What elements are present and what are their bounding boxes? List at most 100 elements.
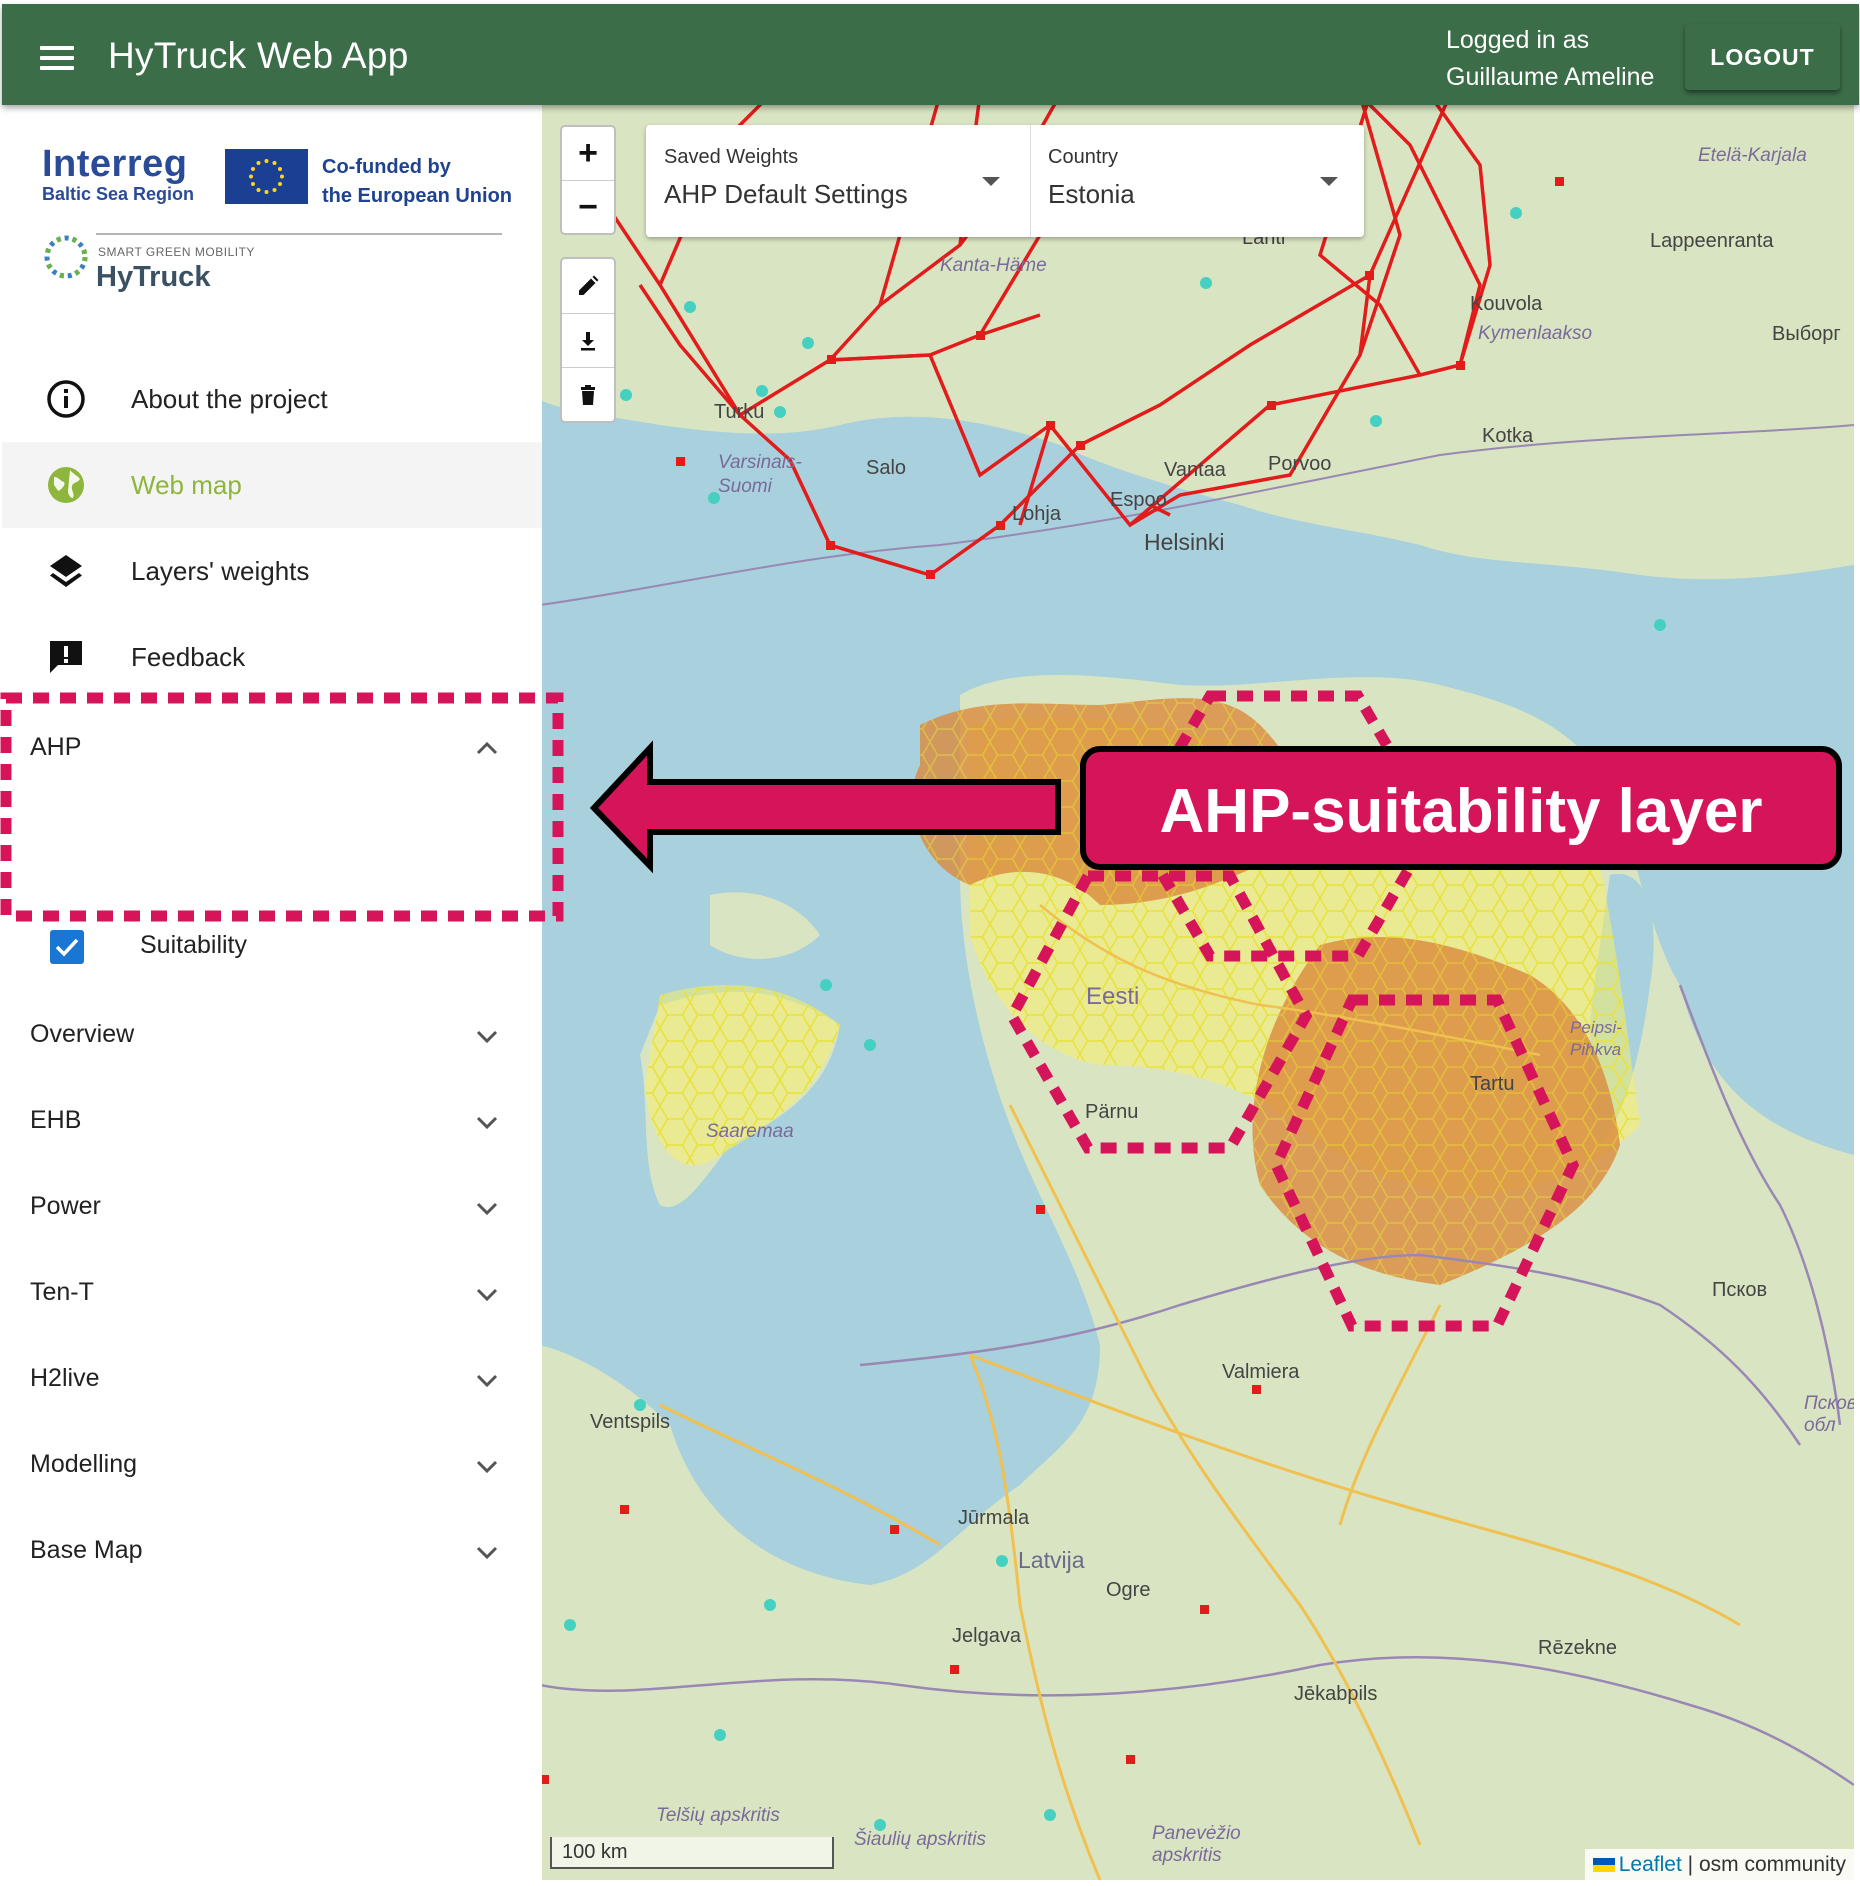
ukraine-flag-icon [1592,1858,1615,1873]
scale-bar: 100 km [550,1837,834,1869]
label-saaremaa: Saaremaa [706,1121,794,1142]
chevron-up-icon[interactable] [472,734,502,764]
label-parnu: Pärnu [1085,1101,1139,1123]
label-kymenlaakso: Kymenlaakso [1478,323,1593,344]
label-helsinki: Helsinki [1144,529,1225,555]
menu-icon[interactable] [40,46,74,70]
zoom-control: + − [560,125,616,235]
label-pskov: Псков [1712,1279,1768,1301]
label-kouvola: Kouvola [1470,293,1543,315]
nav-feedback-label: Feedback [131,642,246,672]
label-tartu: Tartu [1470,1073,1515,1095]
cofunded-line2: the European Union [322,185,512,207]
logo-divider [96,233,502,235]
callout-box: AHP-suitability layer [1080,746,1842,870]
label-espoo: Espoo [1110,489,1167,511]
section-modelling[interactable]: Modelling [2,1423,542,1509]
nav-feedback[interactable]: Feedback [2,614,542,700]
download-icon [581,332,595,351]
callout-text: AHP-suitability layer [1159,777,1763,846]
hytruck-ring-icon [44,235,88,279]
interreg-subtitle: Baltic Sea Region [42,184,195,204]
nav-layers-weights[interactable]: Layers' weights [2,528,542,614]
label-pskov-obl: Псков обл [1804,1393,1854,1436]
app-title: HyTruck Web App [108,35,409,76]
label-etela-karjala: Etelä-Karjala [1698,145,1807,166]
hytruck-name: HyTruck [96,261,211,293]
country-label: Country [1048,146,1119,168]
trash-icon [581,385,595,405]
label-kanta-hame: Kanta-Häme [940,255,1047,276]
interreg-logo: Interreg Baltic Sea Region [42,143,194,205]
info-icon [47,380,85,418]
label-turku: Turku [714,401,765,423]
chevron-down-icon[interactable] [472,1193,502,1223]
nav-web-map[interactable]: Web map [2,442,542,528]
leaflet-link[interactable]: Leaflet [1619,1853,1682,1876]
label-siauliu: Šiaulių apskritis [854,1829,986,1850]
nav-about-label: About the project [131,384,328,414]
attribution-osm: osm community [1698,1853,1846,1876]
chevron-down-icon[interactable] [472,1537,502,1567]
web-map[interactable]: Etelä-Karjala Lappeenranta Выборг Kouvol… [540,105,1854,1880]
hiiumaa-island [710,892,820,959]
section-base-map-label: Base Map [30,1536,143,1564]
section-ahp[interactable]: AHP [2,706,542,792]
section-ten-t-label: Ten-T [30,1278,94,1306]
download-button[interactable] [562,313,614,367]
section-h2live[interactable]: H2live [2,1337,542,1423]
chevron-down-icon[interactable] [472,1107,502,1137]
section-ehb[interactable]: EHB [2,1079,542,1165]
saved-weights-select[interactable]: Saved Weights AHP Default Settings [646,125,1030,237]
zoom-in-button[interactable]: + [562,127,614,180]
nav-web-map-label: Web map [131,470,242,500]
eu-flag-icon [225,149,308,204]
zoom-out-button[interactable]: − [562,180,614,233]
hytruck-tagline: SMART GREEN MOBILITY [98,245,255,259]
label-vantaa: Vantaa [1164,459,1226,481]
label-rezekne: Rēzekne [1538,1637,1617,1659]
sidebar: Interreg Baltic Sea Region Co-funded by … [2,105,542,1880]
label-lohja: Lohja [1012,503,1061,525]
label-peipsi: Peipsi-Pihkva [1570,1018,1622,1059]
chevron-down-icon[interactable] [472,1021,502,1051]
edit-button[interactable] [562,259,614,313]
chevron-down-icon[interactable] [472,1365,502,1395]
label-eesti: Eesti [1086,983,1140,1010]
nav-layers-weights-label: Layers' weights [131,556,310,586]
section-ten-t[interactable]: Ten-T [2,1251,542,1337]
pencil-icon [579,275,599,295]
label-telsiu: Telšių apskritis [656,1805,780,1826]
map-canvas[interactable] [540,105,1854,1880]
label-ogre: Ogre [1106,1579,1151,1601]
section-power-label: Power [30,1192,101,1220]
section-overview-label: Overview [30,1020,135,1048]
section-overview[interactable]: Overview [2,993,542,1079]
section-power[interactable]: Power [2,1165,542,1251]
logout-button[interactable]: LOGOUT [1685,24,1840,90]
suitability-checkbox[interactable] [50,930,84,964]
country-value: Estonia [1048,179,1135,209]
feedback-icon [50,641,82,673]
nav-about[interactable]: About the project [2,356,542,442]
country-select[interactable]: Country Estonia [1030,125,1364,237]
section-ahp-label: AHP [30,733,82,761]
delete-button[interactable] [562,367,614,421]
attribution-separator: | [1687,1853,1694,1876]
section-base-map[interactable]: Base Map [2,1509,542,1595]
label-ventspils: Ventspils [590,1411,671,1433]
suitability-label[interactable]: Suitability [140,931,247,960]
label-latvija: Latvija [1018,1547,1085,1573]
chevron-down-icon[interactable] [472,1451,502,1481]
label-lappeenranta: Lappeenranta [1650,230,1774,252]
login-label: Logged in as [1446,26,1590,54]
map-filters: Saved Weights AHP Default Settings Count… [646,125,1364,237]
label-kotka: Kotka [1482,425,1534,447]
draw-toolbar [560,257,616,423]
dropdown-arrow-icon [982,177,1000,186]
dropdown-arrow-icon [1320,177,1338,186]
chevron-down-icon[interactable] [472,1279,502,1309]
app-bar: HyTruck Web App Logged in as Guillaume A… [2,4,1859,105]
logo-area: Interreg Baltic Sea Region Co-funded by … [2,105,542,325]
label-vyborg: Выборг [1772,323,1841,345]
